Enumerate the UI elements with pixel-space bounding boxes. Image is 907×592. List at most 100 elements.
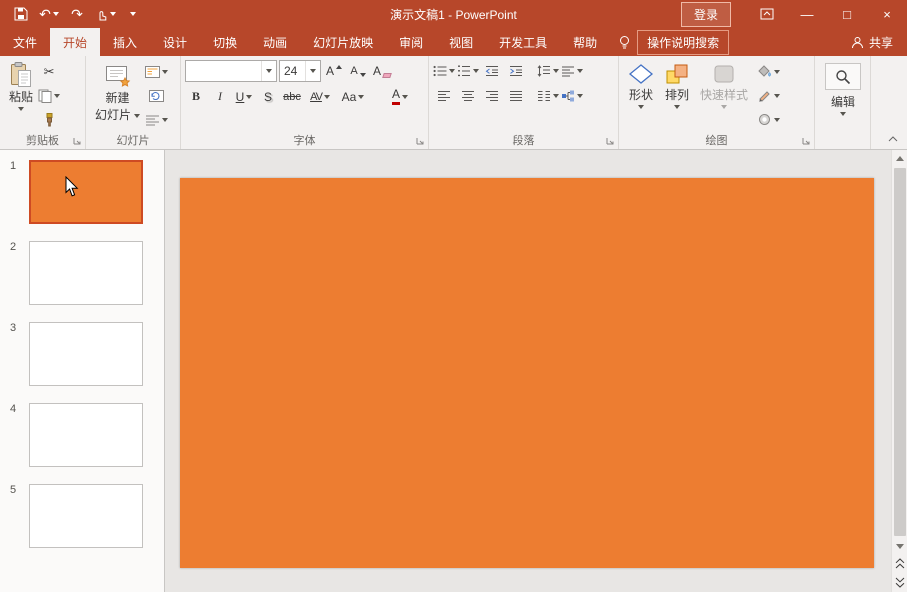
strikethrough-button[interactable]: abc <box>281 86 303 107</box>
font-name-combobox[interactable] <box>185 60 277 82</box>
font-color-button[interactable]: A <box>385 86 415 107</box>
cut-button[interactable]: ✂ <box>38 61 60 82</box>
previous-slide-button[interactable] <box>892 554 907 573</box>
slide-thumbnail-1[interactable] <box>29 160 143 224</box>
ribbon-display-options-button[interactable] <box>747 0 787 28</box>
paste-caret <box>18 107 24 111</box>
convert-to-smartart-button[interactable] <box>561 85 583 106</box>
line-spacing-button[interactable] <box>537 60 559 81</box>
new-slide-caret <box>134 114 140 118</box>
bullets-button[interactable] <box>433 60 455 81</box>
change-case-button[interactable]: Aa <box>337 86 369 107</box>
arrange-button[interactable]: 排列 <box>659 60 695 133</box>
new-slide-button[interactable]: 新建 幻灯片 <box>90 60 145 133</box>
decrease-font-size-button[interactable]: A <box>347 61 369 82</box>
numbering-button[interactable] <box>457 60 479 81</box>
touch-mode-button[interactable] <box>92 1 118 27</box>
scroll-down-button[interactable] <box>892 538 907 554</box>
slide-thumbnail-4[interactable] <box>29 403 143 467</box>
scroll-up-button[interactable] <box>892 150 907 166</box>
person-icon <box>851 36 864 49</box>
sign-in-button[interactable]: 登录 <box>681 2 731 27</box>
new-slide-label-line1: 新建 <box>106 91 130 106</box>
drawing-dialog-launcher[interactable] <box>799 134 812 147</box>
slide-5-number: 5 <box>10 484 16 496</box>
mouse-cursor <box>65 176 79 197</box>
decrease-indent-button[interactable] <box>481 60 503 81</box>
tab-transitions[interactable]: 切换 <box>200 28 250 56</box>
chevron-up-icon <box>888 136 898 142</box>
paragraph-dialog-launcher[interactable] <box>603 134 616 147</box>
font-size-value: 24 <box>280 61 305 81</box>
tab-design[interactable]: 设计 <box>150 28 200 56</box>
shape-effects-button[interactable] <box>757 109 780 130</box>
text-direction-button[interactable] <box>561 60 583 81</box>
format-painter-button[interactable] <box>38 109 60 130</box>
bold-button[interactable]: B <box>185 86 207 107</box>
tell-me-search[interactable]: 操作说明搜索 <box>618 28 729 56</box>
copy-button[interactable] <box>38 85 60 106</box>
quick-styles-button[interactable]: 快速样式 <box>695 60 753 133</box>
character-spacing-button[interactable]: AV <box>305 86 335 107</box>
decrease-indent-icon <box>485 65 499 77</box>
align-center-button[interactable] <box>457 85 479 106</box>
next-slide-button[interactable] <box>892 573 907 592</box>
font-name-dropdown[interactable] <box>261 61 276 81</box>
increase-indent-button[interactable] <box>505 60 527 81</box>
paste-button[interactable]: 粘贴 <box>4 60 38 133</box>
tab-review[interactable]: 审阅 <box>386 28 436 56</box>
columns-button[interactable] <box>537 85 559 106</box>
font-size-combobox[interactable]: 24 <box>279 60 321 82</box>
tab-view[interactable]: 视图 <box>436 28 486 56</box>
underline-button[interactable]: U <box>233 86 255 107</box>
editing-button[interactable]: 编辑 <box>820 61 866 118</box>
undo-dropdown-caret <box>53 12 59 16</box>
maximize-button[interactable]: □ <box>827 0 867 28</box>
font-dialog-launcher[interactable] <box>413 134 426 147</box>
close-button[interactable]: × <box>867 0 907 28</box>
customize-qat-button[interactable] <box>120 1 146 27</box>
double-chevron-down-icon <box>895 577 905 588</box>
text-shadow-button[interactable]: S <box>257 86 279 107</box>
share-button[interactable]: 共享 <box>837 28 907 56</box>
title-bar: ↶ ↷ 演示文稿1 - PowerPoint 登录 — □ × <box>0 0 907 28</box>
section-button[interactable] <box>145 109 168 130</box>
justify-button[interactable] <box>505 85 527 106</box>
font-size-dropdown[interactable] <box>305 61 320 81</box>
collapse-ribbon-button[interactable] <box>884 132 902 146</box>
tab-home[interactable]: 开始 <box>50 28 100 56</box>
tab-file[interactable]: 文件 <box>0 28 50 56</box>
vertical-scrollbar[interactable] <box>891 150 907 592</box>
shapes-label: 形状 <box>629 88 653 103</box>
align-right-button[interactable] <box>481 85 503 106</box>
align-left-button[interactable] <box>433 85 455 106</box>
reset-slide-button[interactable] <box>145 85 168 106</box>
slide-thumbnail-3[interactable] <box>29 322 143 386</box>
clipboard-dialog-launcher[interactable] <box>70 134 83 147</box>
slide-thumbnail-2[interactable] <box>29 241 143 305</box>
clear-formatting-button[interactable]: A <box>371 61 393 82</box>
shape-fill-button[interactable] <box>757 61 780 82</box>
shape-outline-button[interactable] <box>757 85 780 106</box>
tab-insert[interactable]: 插入 <box>100 28 150 56</box>
italic-button[interactable]: I <box>209 86 231 107</box>
shapes-button[interactable]: 形状 <box>623 60 659 133</box>
scissors-icon: ✂ <box>44 65 55 78</box>
tab-slideshow[interactable]: 幻灯片放映 <box>300 28 386 56</box>
scrollbar-thumb[interactable] <box>894 168 906 536</box>
slide-thumbnail-5[interactable] <box>29 484 143 548</box>
slide-layout-button[interactable] <box>145 61 168 82</box>
quick-styles-icon <box>711 62 737 86</box>
undo-button[interactable]: ↶ <box>36 1 62 27</box>
tab-help[interactable]: 帮助 <box>560 28 610 56</box>
slide-3-number: 3 <box>10 322 16 334</box>
dialog-launcher-icon <box>801 136 811 146</box>
increase-font-size-button[interactable]: A <box>323 61 345 82</box>
tab-developer[interactable]: 开发工具 <box>486 28 560 56</box>
minimize-button[interactable]: — <box>787 0 827 28</box>
slide-canvas[interactable] <box>180 178 874 568</box>
tab-animations[interactable]: 动画 <box>250 28 300 56</box>
save-button[interactable] <box>8 1 34 27</box>
slide-editing-area[interactable] <box>165 150 891 592</box>
redo-button[interactable]: ↷ <box>64 1 90 27</box>
